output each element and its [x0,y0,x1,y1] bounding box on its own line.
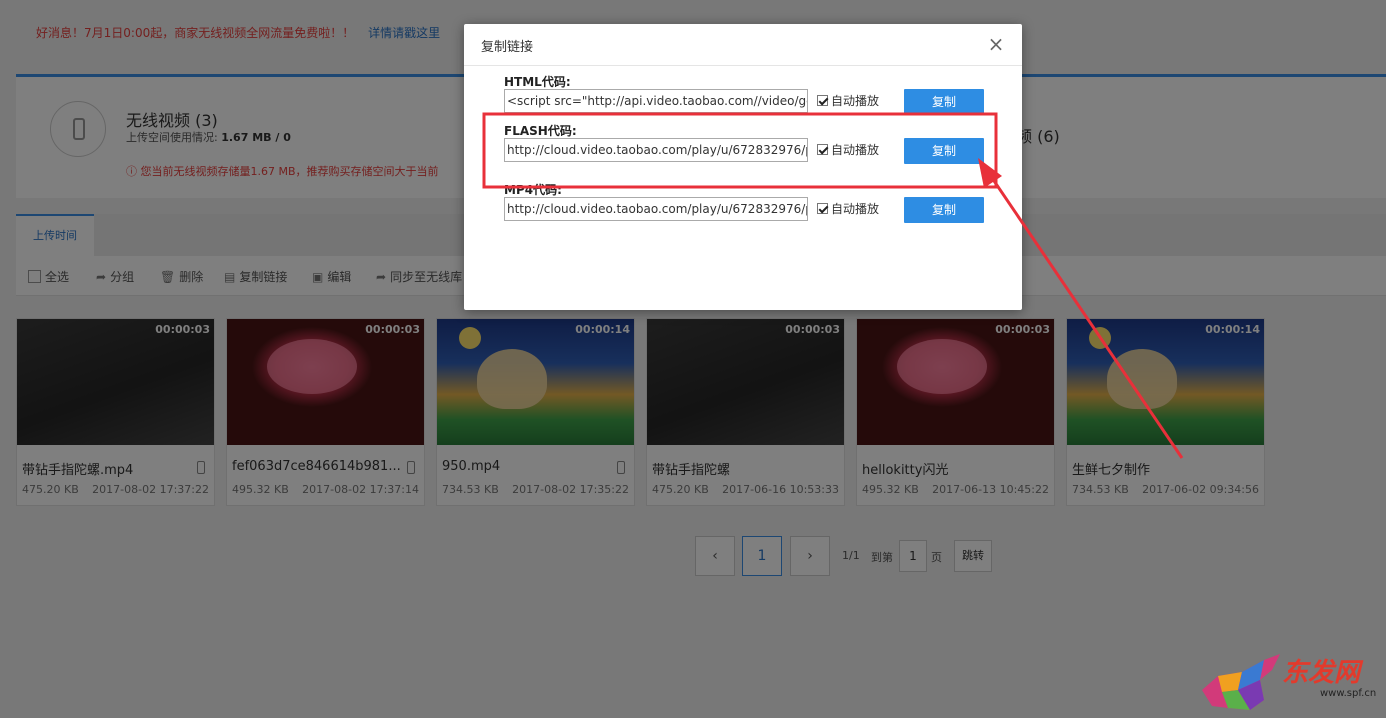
checkbox-checked-icon [817,144,828,155]
mp4-code-field[interactable]: http://cloud.video.taobao.com/play/u/672… [504,197,808,221]
html-code-label: HTML代码: [504,75,571,89]
mp4-code-row: MP4代码: http://cloud.video.taobao.com/pla… [504,181,994,227]
mp4-copy-button[interactable]: 复制 [904,197,984,223]
watermark-text: 东发网 [1282,658,1361,688]
watermark: 东发网 www.spf.cn [1198,650,1384,716]
checkbox-checked-icon [817,203,828,214]
dialog-header: 复制链接 × [464,24,1022,66]
autoplay-label: 自动播放 [831,202,880,216]
checkbox-checked-icon [817,95,828,106]
flash-code-row: FLASH代码: http://cloud.video.taobao.com/p… [504,122,994,168]
html-code-field[interactable]: <script src="http://api.video.taobao.com… [504,89,808,113]
flash-copy-button[interactable]: 复制 [904,138,984,164]
dragon-logo-icon [1202,654,1280,710]
flash-code-field[interactable]: http://cloud.video.taobao.com/play/u/672… [504,138,808,162]
close-icon[interactable]: × [984,32,1008,56]
flash-autoplay-checkbox[interactable]: 自动播放 [817,141,879,158]
flash-code-label: FLASH代码: [504,124,577,138]
mp4-code-label: MP4代码: [504,183,562,197]
html-code-row: HTML代码: <script src="http://api.video.ta… [504,73,994,119]
copy-link-dialog: 复制链接 × HTML代码: <script src="http://api.v… [464,24,1022,310]
mp4-autoplay-checkbox[interactable]: 自动播放 [817,200,879,217]
html-autoplay-checkbox[interactable]: 自动播放 [817,92,879,109]
dialog-title: 复制链接 [481,40,534,55]
autoplay-label: 自动播放 [831,143,880,157]
autoplay-label: 自动播放 [831,94,880,108]
watermark-url: www.spf.cn [1320,688,1377,699]
html-copy-button[interactable]: 复制 [904,89,984,115]
